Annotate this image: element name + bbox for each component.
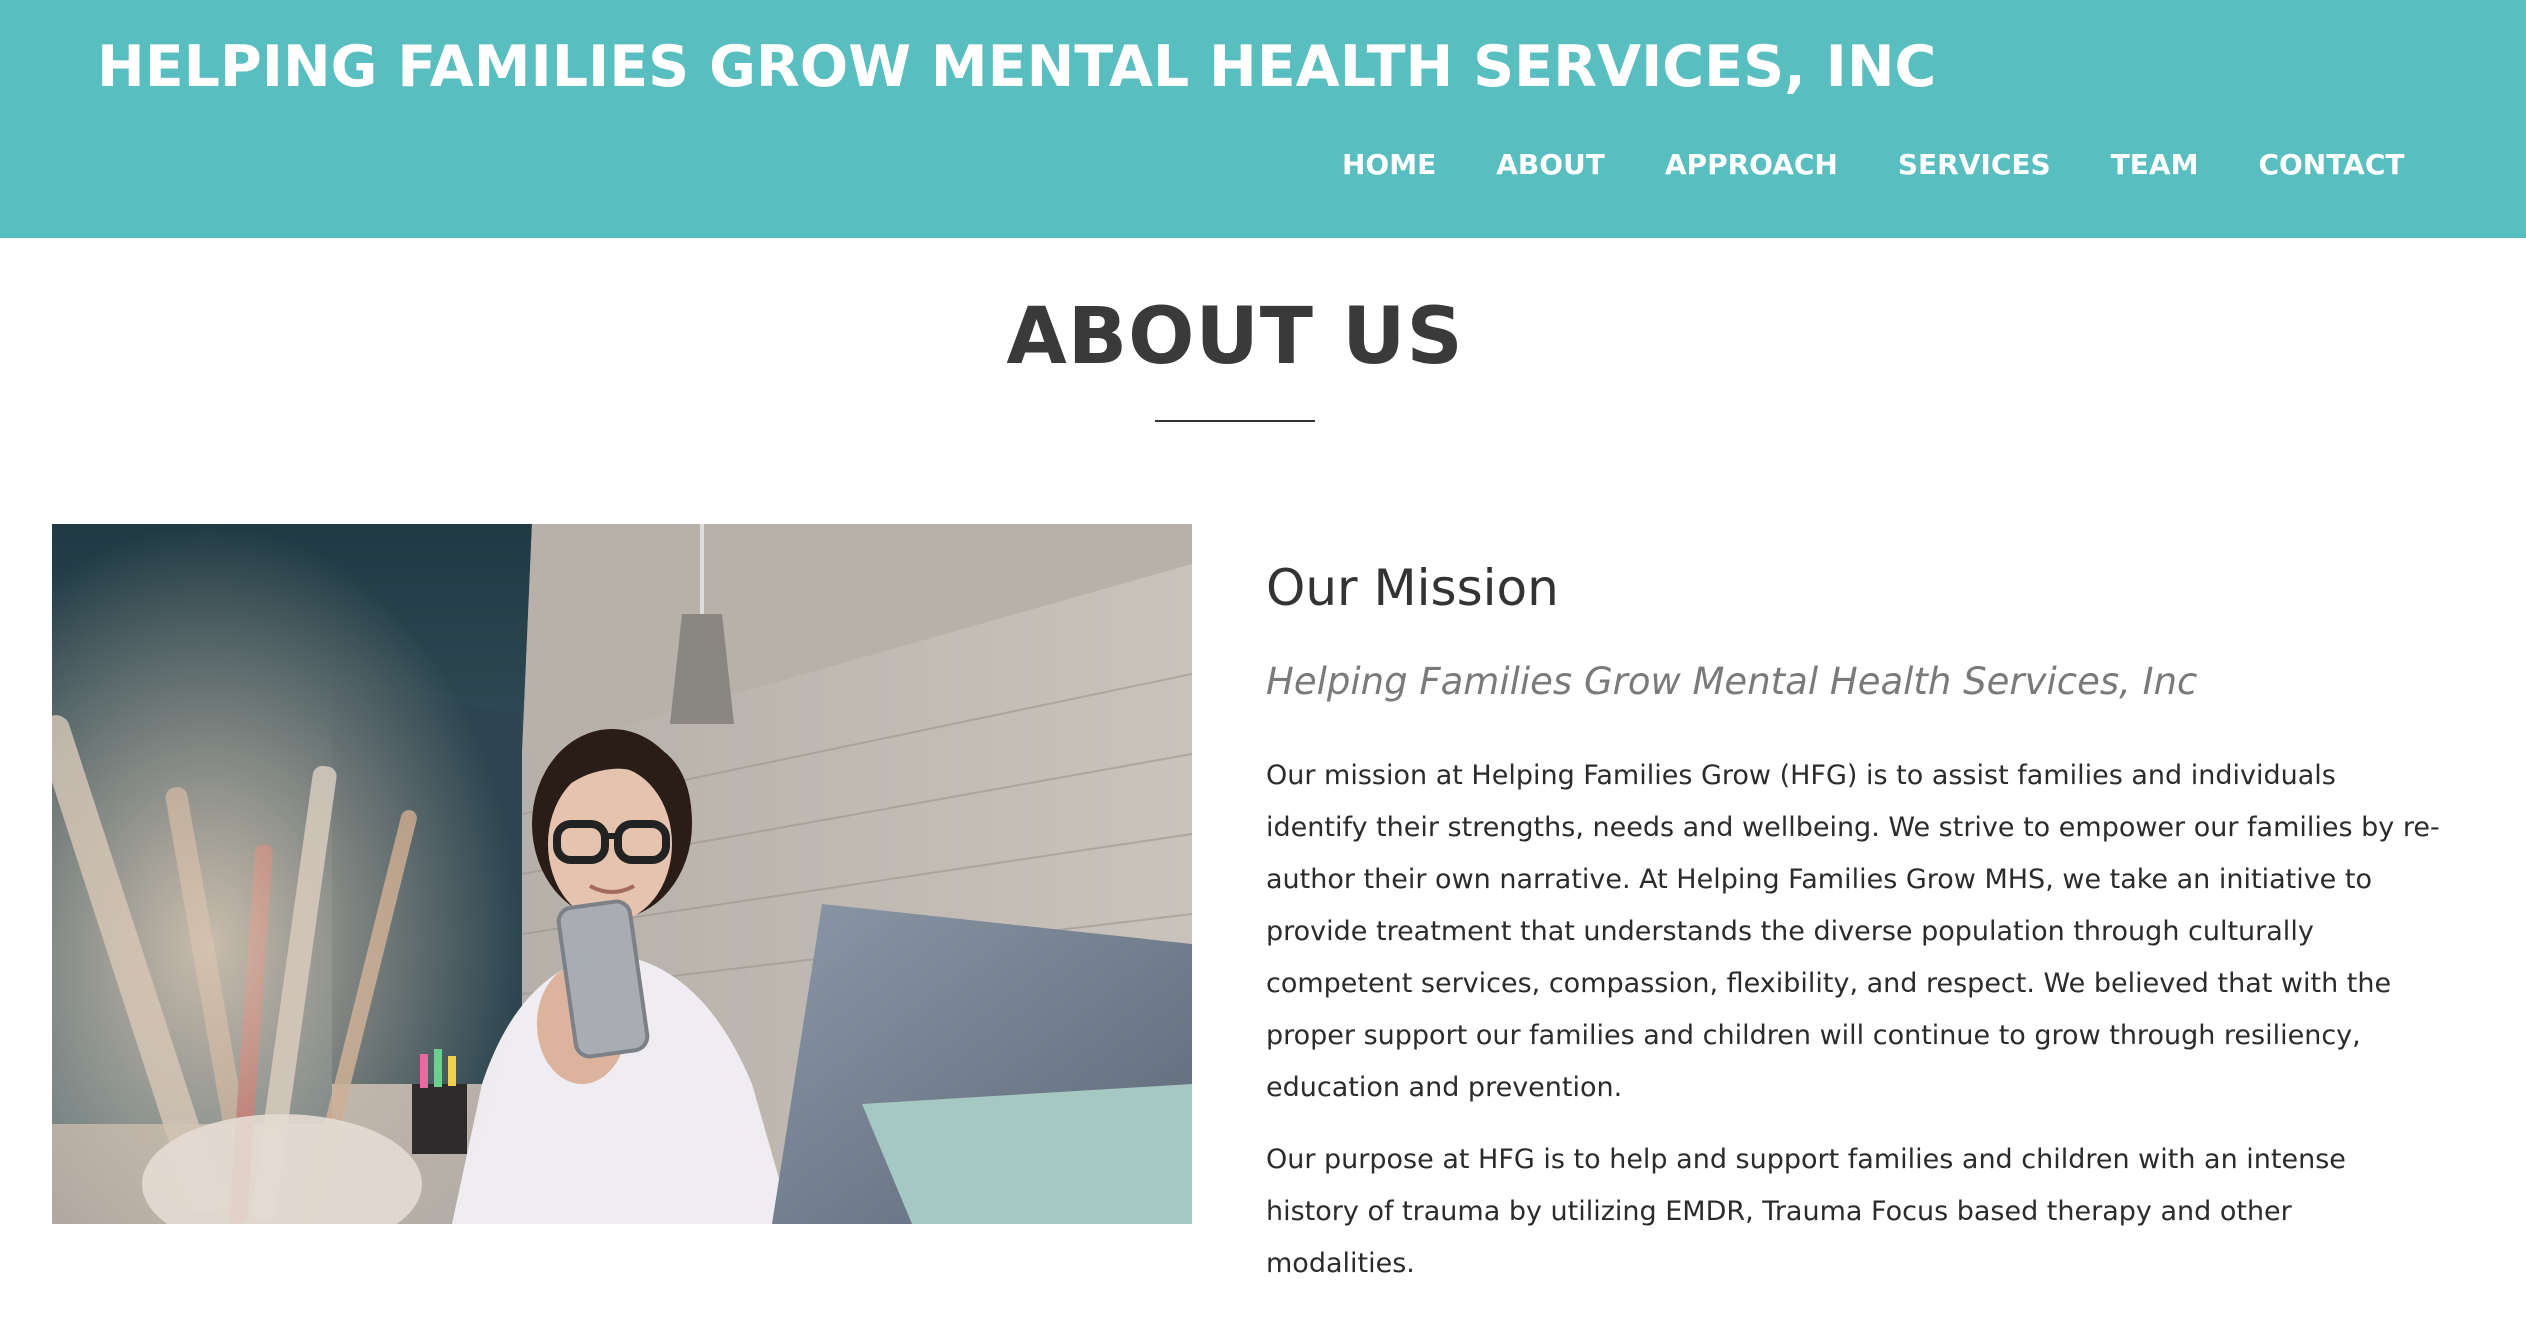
mission-section: Our Mission Helping Families Grow Mental… bbox=[1266, 556, 2441, 1290]
nav-item-contact[interactable]: CONTACT bbox=[2258, 148, 2404, 188]
photo-woman-with-phone-and-laptop-icon bbox=[52, 524, 1192, 1224]
site-title[interactable]: HELPING FAMILIES GROW MENTAL HEALTH SERV… bbox=[97, 34, 1936, 100]
mission-paragraph: Our mission at Helping Families Grow (HF… bbox=[1266, 760, 2440, 1103]
site-header: HELPING FAMILIES GROW MENTAL HEALTH SERV… bbox=[0, 0, 2526, 238]
nav-item-about[interactable]: ABOUT bbox=[1496, 148, 1605, 188]
page-title: ABOUT US bbox=[1006, 292, 1464, 382]
main-nav: HOME ABOUT APPROACH SERVICES TEAM CONTAC… bbox=[1342, 148, 2404, 188]
nav-item-services[interactable]: SERVICES bbox=[1898, 148, 2051, 188]
mission-subtitle: Helping Families Grow Mental Health Serv… bbox=[1266, 660, 2198, 703]
nav-item-team[interactable]: TEAM bbox=[2111, 148, 2199, 188]
purpose-paragraph: Our purpose at HFG is to help and suppor… bbox=[1266, 1144, 2346, 1279]
nav-item-home[interactable]: HOME bbox=[1342, 148, 1436, 188]
mission-title: Our Mission bbox=[1266, 559, 1559, 617]
nav-item-approach[interactable]: APPROACH bbox=[1665, 148, 1838, 188]
about-photo bbox=[52, 524, 1192, 1224]
heading-divider bbox=[1155, 420, 1315, 422]
